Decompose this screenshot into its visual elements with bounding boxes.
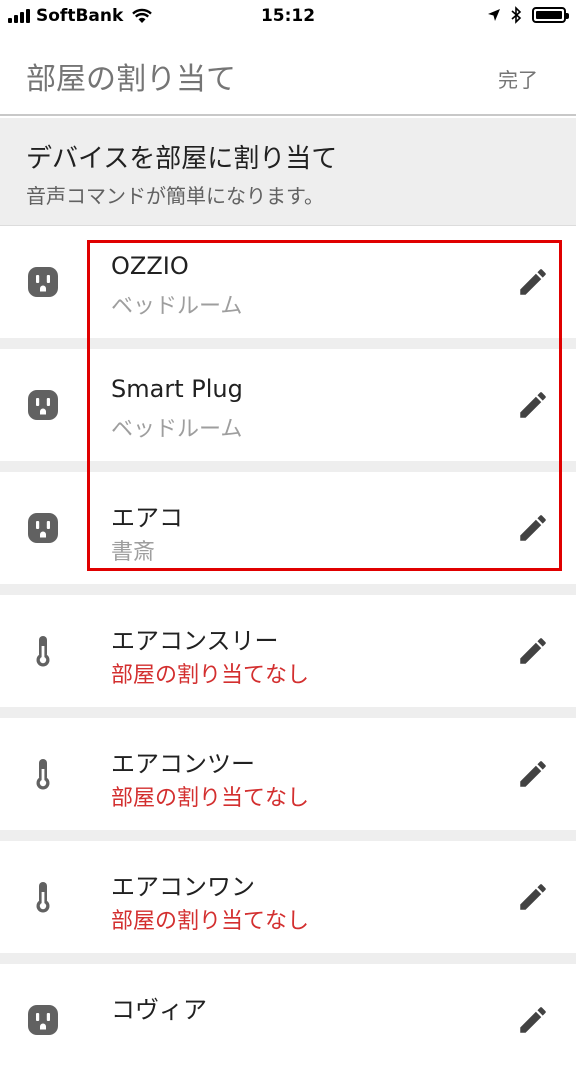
device-row[interactable]: エアコ 書斎: [0, 472, 576, 584]
device-name: エアコンツー: [111, 750, 255, 778]
device-row[interactable]: エアコンスリー部屋の割り当てなし: [0, 595, 576, 707]
device-row[interactable]: エアコンワン部屋の割り当てなし: [0, 841, 576, 953]
battery-icon: [532, 7, 569, 23]
edit-room-button[interactable]: [516, 511, 550, 545]
outlet-icon: [26, 388, 60, 422]
pencil-icon: [520, 761, 546, 787]
section-subtitle: 音声コマンドが簡単になります。: [26, 184, 324, 208]
outlet-icon: [26, 1003, 60, 1037]
edit-room-button[interactable]: [516, 265, 550, 299]
device-row[interactable]: OZZIO ベッドルーム: [0, 226, 576, 338]
row-divider: [0, 830, 576, 841]
row-divider: [0, 338, 576, 349]
thermometer-icon: [26, 634, 60, 668]
thermometer-icon: [26, 757, 60, 791]
row-divider: [0, 584, 576, 595]
device-name: コヴィア: [111, 996, 207, 1024]
page-title: 部屋の割り当て: [26, 62, 236, 97]
device-name: エアコ: [111, 504, 183, 532]
status-right: [487, 6, 569, 24]
outlet-icon: [26, 265, 60, 299]
device-room: 書斎: [111, 540, 156, 565]
edit-room-button[interactable]: [516, 388, 550, 422]
pencil-icon: [520, 515, 546, 541]
edit-room-button[interactable]: [516, 1003, 550, 1037]
pencil-icon: [520, 392, 546, 418]
edit-room-button[interactable]: [516, 757, 550, 791]
status-bar: SoftBank 15:12: [0, 0, 576, 34]
row-divider: [0, 953, 576, 964]
bluetooth-icon: [511, 6, 522, 24]
device-room: ベッドルーム: [111, 417, 243, 442]
device-room: 部屋の割り当てなし: [111, 909, 310, 934]
device-name: エアコンワン: [111, 873, 255, 901]
device-room: 部屋の割り当てなし: [111, 786, 310, 811]
device-room: 部屋の割り当てなし: [111, 663, 310, 688]
device-name: OZZIO: [111, 252, 189, 280]
pencil-icon: [520, 638, 546, 664]
pencil-icon: [520, 884, 546, 910]
device-name: Smart Plug: [111, 375, 243, 403]
device-name: エアコンスリー: [111, 627, 279, 655]
device-room: ベッドルーム: [111, 294, 243, 319]
device-row[interactable]: Smart Plug ベッドルーム: [0, 349, 576, 461]
pencil-icon: [520, 1007, 546, 1033]
done-button[interactable]: 完了: [498, 64, 538, 93]
thermometer-icon: [26, 880, 60, 914]
pencil-icon: [520, 269, 546, 295]
row-divider: [0, 707, 576, 718]
device-row[interactable]: コヴィア: [0, 964, 576, 1076]
section-header: デバイスを部屋に割り当て 音声コマンドが簡単になります。: [0, 118, 576, 226]
outlet-icon: [26, 511, 60, 545]
location-arrow-icon: [488, 9, 500, 21]
edit-room-button[interactable]: [516, 880, 550, 914]
device-row[interactable]: エアコンツー部屋の割り当てなし: [0, 718, 576, 830]
app-bar: 部屋の割り当て 完了: [0, 34, 576, 116]
row-divider: [0, 461, 576, 472]
section-title: デバイスを部屋に割り当て: [26, 144, 338, 174]
edit-room-button[interactable]: [516, 634, 550, 668]
